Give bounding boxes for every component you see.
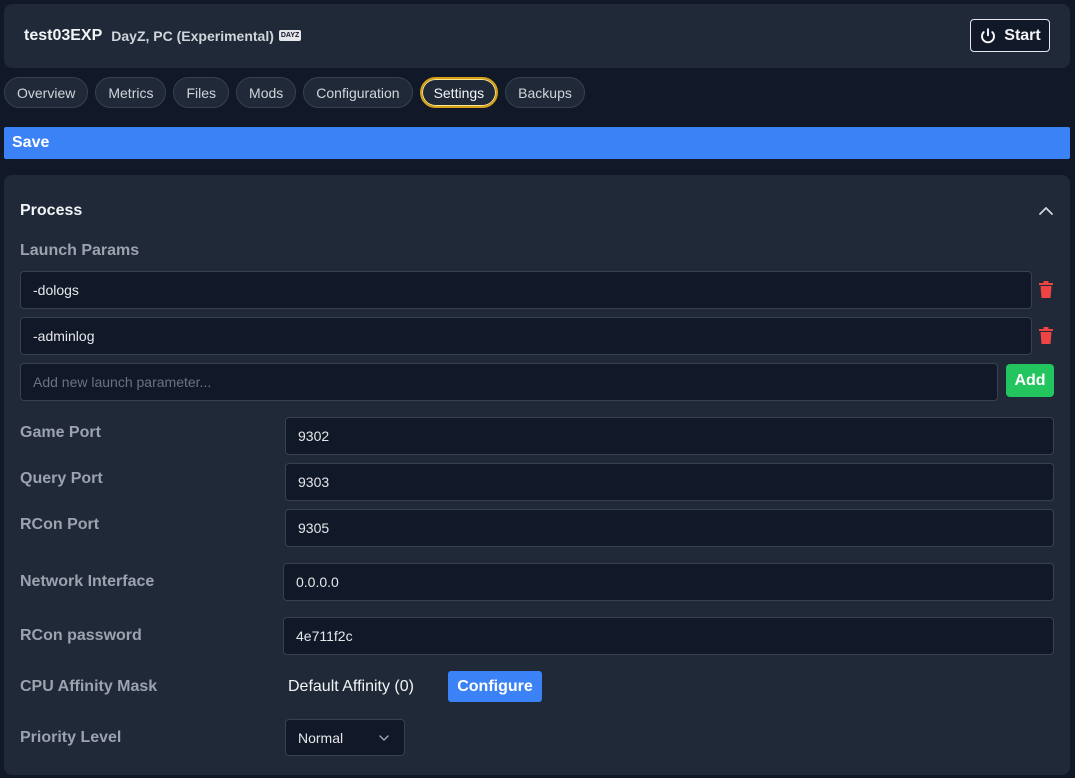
power-icon <box>981 27 996 43</box>
server-header: test03EXP DayZ, PC (Experimental) DAYZ S… <box>4 4 1070 68</box>
cpu-affinity-label: CPU Affinity Mask <box>20 678 158 695</box>
tab-bar: Overview Metrics Files Mods Configuratio… <box>4 77 585 108</box>
chevron-up-icon <box>1039 207 1053 215</box>
tab-label: Settings <box>433 84 485 101</box>
priority-level-select[interactable]: Normal <box>285 719 405 756</box>
tab-label: Configuration <box>316 84 400 101</box>
priority-level-value: Normal <box>298 729 344 746</box>
launch-param-input[interactable]: -dologs <box>20 271 1032 309</box>
delete-param-button[interactable] <box>1039 281 1053 303</box>
tab-mods[interactable]: Mods <box>236 77 297 108</box>
server-game: DayZ, PC (Experimental) <box>111 28 274 44</box>
tab-settings[interactable]: Settings <box>419 77 499 108</box>
panel-title: Process <box>20 202 83 219</box>
save-button[interactable]: Save <box>4 127 1070 159</box>
game-port-input[interactable]: 9302 <box>285 417 1054 455</box>
delete-param-button[interactable] <box>1039 327 1053 349</box>
tab-files[interactable]: Files <box>173 77 230 108</box>
start-button[interactable]: Start <box>970 19 1050 52</box>
server-name: test03EXP <box>24 27 103 44</box>
tab-configuration[interactable]: Configuration <box>303 77 413 108</box>
new-param-input[interactable]: Add new launch parameter... <box>20 363 998 401</box>
process-panel: Process Launch Params -dologs -adminlog … <box>4 175 1070 775</box>
trash-icon <box>1039 281 1053 298</box>
tab-label: Mods <box>249 84 284 101</box>
dayz-game-icon: DAYZ <box>278 29 302 41</box>
rcon-port-input[interactable]: 9305 <box>285 509 1054 547</box>
priority-level-label: Priority Level <box>20 729 122 746</box>
start-label: Start <box>1004 26 1041 44</box>
configure-affinity-button[interactable]: Configure <box>448 671 542 702</box>
tab-label: Files <box>186 84 217 101</box>
tab-metrics[interactable]: Metrics <box>95 77 167 108</box>
tab-label: Metrics <box>108 84 154 101</box>
tab-overview[interactable]: Overview <box>4 77 89 108</box>
query-port-label: Query Port <box>20 470 103 487</box>
cpu-affinity-value: Default Affinity (0) <box>288 678 414 695</box>
collapse-button[interactable] <box>1038 203 1054 224</box>
launch-params-label: Launch Params <box>20 242 140 259</box>
tab-label: Overview <box>17 84 76 101</box>
network-interface-label: Network Interface <box>20 573 155 590</box>
query-port-input[interactable]: 9303 <box>285 463 1054 501</box>
network-interface-input[interactable]: 0.0.0.0 <box>283 563 1054 601</box>
rcon-password-label: RCon password <box>20 627 142 644</box>
launch-param-input[interactable]: -adminlog <box>20 317 1032 355</box>
add-param-button[interactable]: Add <box>1006 364 1054 397</box>
game-port-label: Game Port <box>20 424 101 441</box>
rcon-port-label: RCon Port <box>20 516 100 533</box>
rcon-password-input[interactable]: 4e711f2c <box>283 617 1054 655</box>
trash-icon <box>1039 327 1053 344</box>
tab-backups[interactable]: Backups <box>505 77 585 108</box>
tab-label: Backups <box>518 84 572 101</box>
chevron-down-icon <box>379 735 389 741</box>
